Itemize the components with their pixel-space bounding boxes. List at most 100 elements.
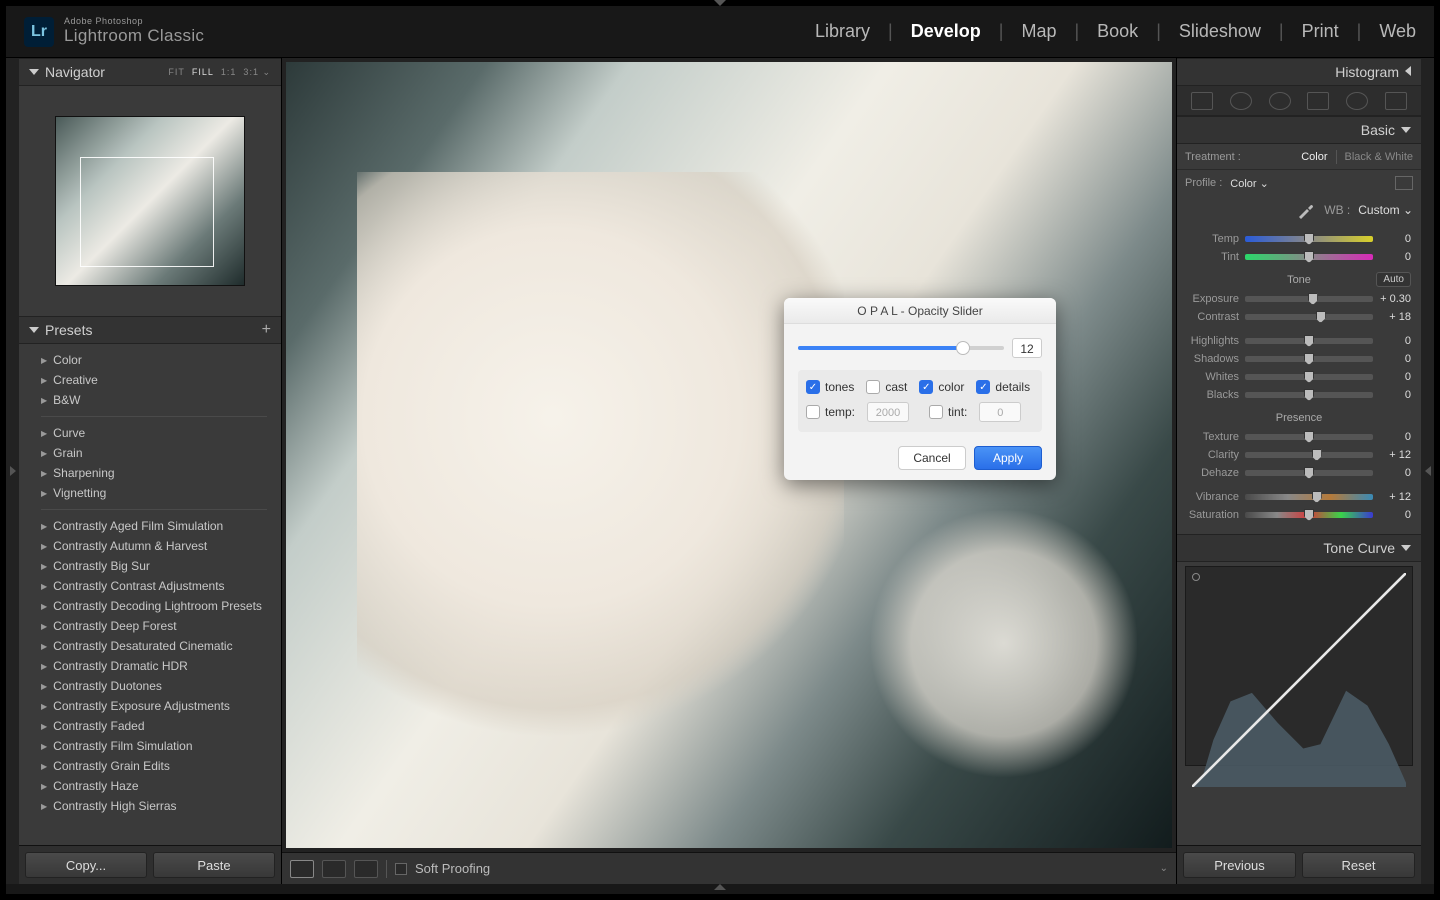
wb-label: WB :	[1324, 203, 1350, 217]
preset-folder[interactable]: ▶Contrastly Grain Edits	[19, 756, 281, 776]
treatment-bw[interactable]: Black & White	[1337, 151, 1421, 163]
before-after-tb-button[interactable]	[354, 860, 378, 878]
chevron-right-icon: ▶	[41, 662, 47, 671]
treatment-color[interactable]: Color	[1293, 151, 1335, 163]
profile-browser-icon[interactable]	[1395, 176, 1413, 190]
preset-folder[interactable]: ▶Contrastly Film Simulation	[19, 736, 281, 756]
module-map[interactable]: Map	[1021, 21, 1056, 42]
cast-checkbox[interactable]: cast	[866, 380, 907, 394]
preset-folder[interactable]: ▶Contrastly Deep Forest	[19, 616, 281, 636]
chevron-right-icon: ▶	[41, 702, 47, 711]
preset-folder[interactable]: ▶Color	[19, 350, 281, 370]
module-print[interactable]: Print	[1302, 21, 1339, 42]
preset-folder[interactable]: ▶Grain	[19, 443, 281, 463]
preset-folder[interactable]: ▶Contrastly Big Sur	[19, 556, 281, 576]
blacks-slider[interactable]	[1245, 392, 1373, 398]
tint-field[interactable]: 0	[979, 402, 1021, 422]
vibrance-slider[interactable]	[1245, 494, 1373, 500]
module-library[interactable]: Library	[815, 21, 870, 42]
eyedropper-icon[interactable]	[1296, 200, 1316, 220]
temp-field[interactable]: 2000	[867, 402, 909, 422]
temp-checkbox[interactable]: temp:	[806, 405, 855, 419]
preset-folder[interactable]: ▶Contrastly Duotones	[19, 676, 281, 696]
preset-folder[interactable]: ▶Curve	[19, 423, 281, 443]
top-grip[interactable]	[714, 0, 726, 6]
highlights-slider[interactable]	[1245, 338, 1373, 344]
wb-dropdown[interactable]: Custom ⌄	[1358, 203, 1413, 217]
tint-slider[interactable]	[1245, 254, 1373, 260]
cancel-button[interactable]: Cancel	[898, 446, 966, 470]
color-checkbox[interactable]: ✓color	[919, 380, 964, 394]
spot-removal-icon[interactable]	[1230, 92, 1252, 110]
preset-folder[interactable]: ▶B&W	[19, 390, 281, 410]
navigator-zoom-options[interactable]: FIT FILL 1:1 3:1 ⌄	[168, 67, 271, 78]
module-web[interactable]: Web	[1379, 21, 1416, 42]
right-rail[interactable]	[1421, 58, 1434, 884]
preset-folder[interactable]: ▶Creative	[19, 370, 281, 390]
preset-folder[interactable]: ▶Contrastly Haze	[19, 776, 281, 796]
whites-slider[interactable]	[1245, 374, 1373, 380]
navigator-title: Navigator	[45, 64, 105, 80]
presets-header[interactable]: Presets +	[19, 316, 281, 344]
presets-list[interactable]: ▶Color▶Creative▶B&W ▶Curve▶Grain▶Sharpeni…	[19, 344, 281, 845]
temp-slider[interactable]	[1245, 236, 1373, 242]
module-book[interactable]: Book	[1097, 21, 1138, 42]
saturation-slider[interactable]	[1245, 512, 1373, 518]
profile-dropdown[interactable]: Color ⌄	[1230, 177, 1387, 190]
loupe-view-button[interactable]	[290, 860, 314, 878]
preset-folder[interactable]: ▶Contrastly Exposure Adjustments	[19, 696, 281, 716]
tint-checkbox[interactable]: tint:	[929, 405, 967, 419]
previous-button[interactable]: Previous	[1183, 852, 1296, 878]
histogram-header[interactable]: Histogram	[1177, 58, 1421, 86]
opacity-slider[interactable]	[798, 346, 1004, 350]
basic-header[interactable]: Basic	[1177, 116, 1421, 144]
shadows-slider[interactable]	[1245, 356, 1373, 362]
opacity-value-field[interactable]: 12	[1012, 338, 1042, 358]
contrast-slider[interactable]	[1245, 314, 1373, 320]
slider-thumb[interactable]	[956, 341, 970, 355]
toolbar-menu-icon[interactable]: ⌄	[1160, 863, 1168, 874]
paste-button[interactable]: Paste	[153, 852, 275, 878]
soft-proofing-checkbox[interactable]	[395, 863, 407, 875]
navigator-preview[interactable]	[19, 86, 281, 316]
preset-folder[interactable]: ▶Contrastly Dramatic HDR	[19, 656, 281, 676]
clarity-slider[interactable]	[1245, 452, 1373, 458]
details-checkbox[interactable]: ✓details	[976, 380, 1030, 394]
image-canvas[interactable]: O P A L - Opacity Slider 12 ✓tones	[286, 62, 1172, 848]
tone-curve-graph[interactable]	[1185, 566, 1413, 766]
preset-folder[interactable]: ▶Contrastly Aged Film Simulation	[19, 516, 281, 536]
before-after-lr-button[interactable]	[322, 860, 346, 878]
preset-folder[interactable]: ▶Vignetting	[19, 483, 281, 503]
module-develop[interactable]: Develop	[911, 21, 981, 42]
preset-folder[interactable]: ▶Contrastly Contrast Adjustments	[19, 576, 281, 596]
bottom-grip[interactable]	[6, 884, 1434, 894]
graduated-filter-icon[interactable]	[1307, 92, 1329, 110]
dehaze-label: Dehaze	[1187, 467, 1245, 479]
module-slideshow[interactable]: Slideshow	[1179, 21, 1261, 42]
preset-folder[interactable]: ▶Contrastly High Sierras	[19, 796, 281, 816]
left-rail[interactable]	[6, 58, 19, 884]
auto-button[interactable]: Auto	[1376, 272, 1411, 287]
texture-slider-row: Texture0	[1187, 428, 1411, 446]
dehaze-slider[interactable]	[1245, 470, 1373, 476]
texture-slider[interactable]	[1245, 434, 1373, 440]
add-preset-icon[interactable]: +	[262, 321, 271, 339]
redeye-tool-icon[interactable]	[1269, 92, 1291, 110]
tone-curve-header[interactable]: Tone Curve	[1177, 534, 1421, 562]
apply-button[interactable]: Apply	[974, 446, 1042, 470]
navigator-header[interactable]: Navigator FIT FILL 1:1 3:1 ⌄	[19, 58, 281, 86]
exposure-slider[interactable]	[1245, 296, 1373, 302]
reset-button[interactable]: Reset	[1302, 852, 1415, 878]
radial-filter-icon[interactable]	[1346, 92, 1368, 110]
preset-folder[interactable]: ▶Sharpening	[19, 463, 281, 483]
adjustment-brush-icon[interactable]	[1385, 92, 1407, 110]
preset-folder[interactable]: ▶Contrastly Autumn & Harvest	[19, 536, 281, 556]
chevron-right-icon: ▶	[41, 356, 47, 365]
preset-label: Vignetting	[53, 486, 106, 500]
preset-folder[interactable]: ▶Contrastly Faded	[19, 716, 281, 736]
crop-tool-icon[interactable]	[1191, 92, 1213, 110]
preset-folder[interactable]: ▶Contrastly Decoding Lightroom Presets	[19, 596, 281, 616]
copy-button[interactable]: Copy...	[25, 852, 147, 878]
preset-folder[interactable]: ▶Contrastly Desaturated Cinematic	[19, 636, 281, 656]
tones-checkbox[interactable]: ✓tones	[806, 380, 854, 394]
